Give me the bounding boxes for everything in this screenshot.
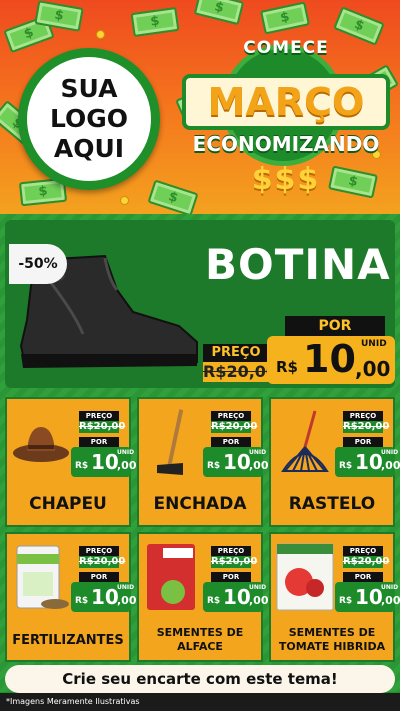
old-price: R$20,00 xyxy=(203,362,278,382)
header-banner: SUA LOGO AQUI COMECE MARÇO ECONOMIZANDO … xyxy=(0,0,400,214)
dollar-signs: $$$ xyxy=(251,162,321,197)
price-currency: R$ xyxy=(339,596,353,606)
new-price: R$ 10 ,00 UNID xyxy=(267,336,395,384)
hat-image xyxy=(13,427,69,462)
money-bill-icon xyxy=(130,6,180,38)
new-price-label: POR xyxy=(343,572,383,582)
old-price-label: PREÇO xyxy=(203,344,269,362)
cta-banner[interactable]: Crie seu encarte com este tema! xyxy=(5,665,395,693)
new-price: R$ 10 ,00 UNID xyxy=(335,447,400,477)
product-name: ENCHADA xyxy=(153,494,247,514)
price-integer: 10 xyxy=(355,585,383,609)
logo-text-line: AQUI xyxy=(53,134,125,163)
product-name: RASTELO xyxy=(288,494,376,514)
old-price-label: PREÇO xyxy=(343,411,383,421)
discount-tag: -50% xyxy=(9,244,67,284)
old-price: R$20,00 xyxy=(211,556,258,568)
logo-text-line: SUA xyxy=(60,74,118,103)
price-unit: UNID xyxy=(249,449,267,456)
logo-text-line: LOGO xyxy=(49,104,129,133)
new-price: R$ 10 ,00 UNID xyxy=(335,582,400,612)
new-price: R$ 10 ,00 UNID xyxy=(203,582,269,612)
old-price: R$20,00 xyxy=(79,421,126,433)
rake-image xyxy=(281,410,329,472)
product-name: CHAPEU xyxy=(29,494,107,514)
product-card[interactable]: PREÇO R$20,00 POR R$ 10 ,00 UNID ENCHADA xyxy=(137,397,269,527)
offers-board: -50% BOTINA PREÇO R$20,00 POR R$ 10 ,00 … xyxy=(0,214,400,692)
product-name: FERTILIZANTES xyxy=(12,633,124,648)
disclaimer-footer: *Imagens Meramente Ilustrativas xyxy=(0,693,400,711)
old-price: R$20,00 xyxy=(211,421,258,433)
price-decimal: ,00 xyxy=(249,594,269,607)
price-decimal: ,00 xyxy=(381,594,400,607)
price-unit: UNID xyxy=(361,339,387,349)
product-card[interactable]: PREÇO R$20,00 POR R$ 10 ,00 UNID CHAPEU xyxy=(5,397,137,527)
price-decimal: ,00 xyxy=(381,459,400,472)
new-price-label: POR xyxy=(285,316,385,336)
price-unit: UNID xyxy=(117,449,135,456)
new-price-label: POR xyxy=(343,437,383,447)
price-decimal: ,00 xyxy=(117,594,137,607)
new-price: R$ 10 ,00 UNID xyxy=(71,582,137,612)
product-card[interactable]: PREÇO R$20,00 POR R$ 10 ,00 UNID SEMENTE… xyxy=(137,532,269,662)
price-currency: R$ xyxy=(339,461,353,471)
price-currency: R$ xyxy=(75,596,89,606)
price-unit: UNID xyxy=(249,584,267,591)
seed-bag-image xyxy=(147,544,195,610)
product-card[interactable]: PREÇO R$20,00 POR R$ 10 ,00 UNID FERTILI… xyxy=(5,532,137,662)
new-price-label: POR xyxy=(211,437,251,447)
featured-offer[interactable]: -50% BOTINA PREÇO R$20,00 POR R$ 10 ,00 … xyxy=(5,220,395,388)
new-price: R$ 10 ,00 UNID xyxy=(71,447,137,477)
price-unit: UNID xyxy=(381,584,399,591)
price-decimal: ,00 xyxy=(355,357,391,381)
old-price-label: PREÇO xyxy=(211,546,251,556)
badge-top-text: COMECE xyxy=(243,38,329,58)
price-currency: R$ xyxy=(75,461,89,471)
price-decimal: ,00 xyxy=(117,459,137,472)
hoe-image xyxy=(157,409,184,475)
price-integer: 10 xyxy=(223,450,251,474)
price-integer: 10 xyxy=(91,450,119,474)
old-price: R$20,00 xyxy=(343,421,390,433)
price-integer: 10 xyxy=(223,585,251,609)
featured-title: BOTINA xyxy=(205,240,391,289)
fertilizer-bag-image xyxy=(16,545,69,609)
price-unit: UNID xyxy=(117,584,135,591)
price-currency: R$ xyxy=(207,461,221,471)
badge-main-text: MARÇO xyxy=(182,74,390,130)
price-integer: 10 xyxy=(303,337,356,381)
old-price-label: PREÇO xyxy=(79,546,119,556)
money-bill-icon xyxy=(193,0,245,26)
product-card[interactable]: PREÇO R$20,00 POR R$ 10 ,00 UNID SEMENTE… xyxy=(269,532,400,662)
tomato-seed-pack-image xyxy=(276,543,334,611)
price-integer: 10 xyxy=(91,585,119,609)
coin-icon xyxy=(120,196,129,205)
new-price-label: POR xyxy=(211,572,251,582)
product-name: SEMENTES DE ALFACE xyxy=(156,626,244,653)
coin-icon xyxy=(96,30,105,39)
old-price: R$20,00 xyxy=(343,556,390,568)
price-unit: UNID xyxy=(381,449,399,456)
logo-placeholder: SUA LOGO AQUI xyxy=(18,48,160,190)
old-price: R$20,00 xyxy=(79,556,126,568)
new-price-label: POR xyxy=(79,437,119,447)
badge-bottom-text: ECONOMIZANDO xyxy=(192,132,380,156)
price-integer: 10 xyxy=(355,450,383,474)
old-price-label: PREÇO xyxy=(211,411,251,421)
product-card[interactable]: PREÇO R$20,00 POR R$ 10 ,00 UNID RASTELO xyxy=(269,397,400,527)
old-price-label: PREÇO xyxy=(79,411,119,421)
new-price: R$ 10 ,00 UNID xyxy=(203,447,269,477)
new-price-label: POR xyxy=(79,572,119,582)
price-currency: R$ xyxy=(276,358,298,376)
price-decimal: ,00 xyxy=(249,459,269,472)
price-currency: R$ xyxy=(207,596,221,606)
product-name: SEMENTES DE TOMATE HIBRIDA xyxy=(278,626,386,653)
old-price-label: PREÇO xyxy=(343,546,383,556)
campaign-badge: COMECE MARÇO ECONOMIZANDO $$$ xyxy=(176,28,396,214)
